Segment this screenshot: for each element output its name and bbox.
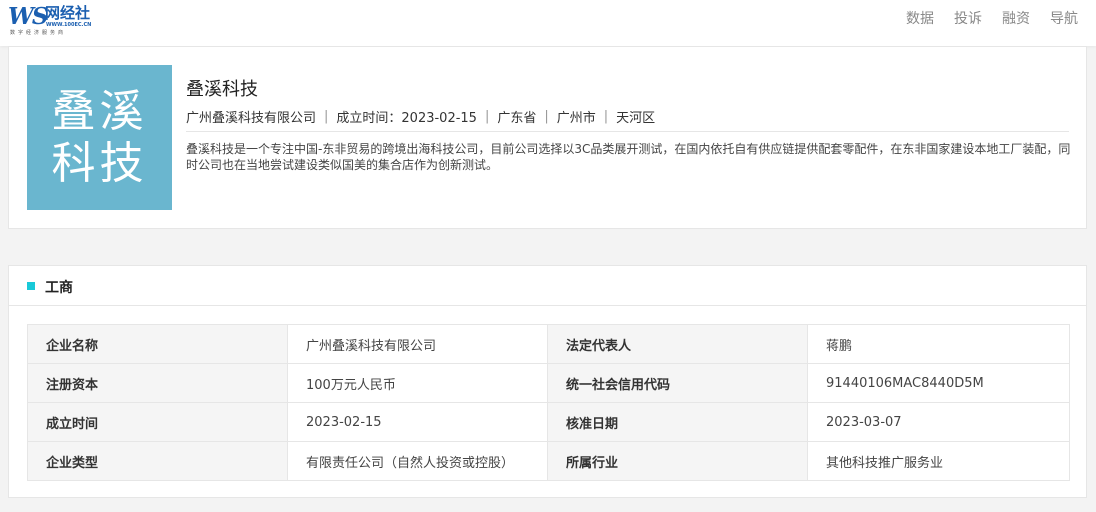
meta-separator: | xyxy=(603,109,609,124)
logo-name: 网经社 xyxy=(45,4,91,22)
row-value: 100万元人民币 xyxy=(287,363,548,403)
company-logo-line-2: 科技 xyxy=(51,137,148,189)
meta-separator: | xyxy=(324,109,329,124)
nav-item-complaint[interactable]: 投诉 xyxy=(954,8,982,28)
section-title: 工商 xyxy=(45,280,73,296)
row-value: 蒋鹏 xyxy=(807,324,1070,364)
top-navbar: WS 网经社 WWW.100EC.CN 数字经济服务商 数据 投诉 融资 导航 xyxy=(0,0,1096,46)
row-label: 企业类型 xyxy=(27,441,288,481)
section-marker xyxy=(27,282,35,290)
site-logo[interactable]: WS 网经社 WWW.100EC.CN 数字经济服务商 xyxy=(8,4,98,38)
row-label: 成立时间 xyxy=(27,402,288,442)
row-label: 注册资本 xyxy=(27,363,288,403)
company-meta: 广州叠溪科技有限公司 | 成立时间：2023-02-15 | 广东省 | 广州市… xyxy=(186,107,655,126)
nav-item-navigation[interactable]: 导航 xyxy=(1050,8,1078,28)
company-description: 叠溪科技是一个专注中国-东非贸易的跨境出海科技公司，目前公司选择以3C品类展开测… xyxy=(186,142,1071,172)
company-province: 广东省 xyxy=(497,111,537,126)
company-logo: 叠溪 科技 xyxy=(27,65,172,210)
row-value: 有限责任公司（自然人投资或控股） xyxy=(287,441,548,481)
company-logo-line-1: 叠溪 xyxy=(51,85,148,137)
row-label: 核准日期 xyxy=(547,402,808,442)
row-label: 所属行业 xyxy=(547,441,808,481)
table-row: 注册资本 100万元人民币 统一社会信用代码 91440106MAC8440D5… xyxy=(27,363,1070,403)
business-info-table: 企业名称 广州叠溪科技有限公司 法定代表人 蒋鹏 注册资本 100万元人民币 统… xyxy=(27,324,1070,481)
logo-slogan: 数字经济服务商 xyxy=(10,30,67,36)
company-founded: 成立时间：2023-02-15 xyxy=(336,111,477,126)
logo-mark: WS xyxy=(8,3,48,30)
company-profile-card: 叠溪 科技 叠溪科技 广州叠溪科技有限公司 | 成立时间：2023-02-15 … xyxy=(8,46,1087,229)
table-row: 企业名称 广州叠溪科技有限公司 法定代表人 蒋鹏 xyxy=(27,324,1070,364)
business-info-section: 工商 企业名称 广州叠溪科技有限公司 法定代表人 蒋鹏 注册资本 100万元人民… xyxy=(8,265,1087,498)
row-value: 其他科技推广服务业 xyxy=(807,441,1070,481)
section-header: 工商 xyxy=(9,266,1086,306)
company-city: 广州市 xyxy=(556,111,596,126)
meta-separator: | xyxy=(484,109,490,124)
row-value: 2023-03-07 xyxy=(807,402,1070,442)
meta-separator: | xyxy=(544,109,549,124)
nav-item-data[interactable]: 数据 xyxy=(906,8,934,28)
company-name: 叠溪科技 xyxy=(186,79,258,100)
table-row: 企业类型 有限责任公司（自然人投资或控股） 所属行业 其他科技推广服务业 xyxy=(27,441,1070,481)
company-full-name: 广州叠溪科技有限公司 xyxy=(186,111,317,126)
logo-url: WWW.100EC.CN xyxy=(46,22,92,28)
divider xyxy=(186,131,1069,132)
row-value: 广州叠溪科技有限公司 xyxy=(287,324,548,364)
row-label: 法定代表人 xyxy=(547,324,808,364)
main-nav: 数据 投诉 融资 导航 xyxy=(886,0,1078,36)
row-label: 统一社会信用代码 xyxy=(547,363,808,403)
row-value: 91440106MAC8440D5M xyxy=(807,363,1070,403)
company-district: 天河区 xyxy=(616,111,656,126)
row-value: 2023-02-15 xyxy=(287,402,548,442)
nav-item-financing[interactable]: 融资 xyxy=(1002,8,1030,28)
row-label: 企业名称 xyxy=(27,324,288,364)
table-row: 成立时间 2023-02-15 核准日期 2023-03-07 xyxy=(27,402,1070,442)
